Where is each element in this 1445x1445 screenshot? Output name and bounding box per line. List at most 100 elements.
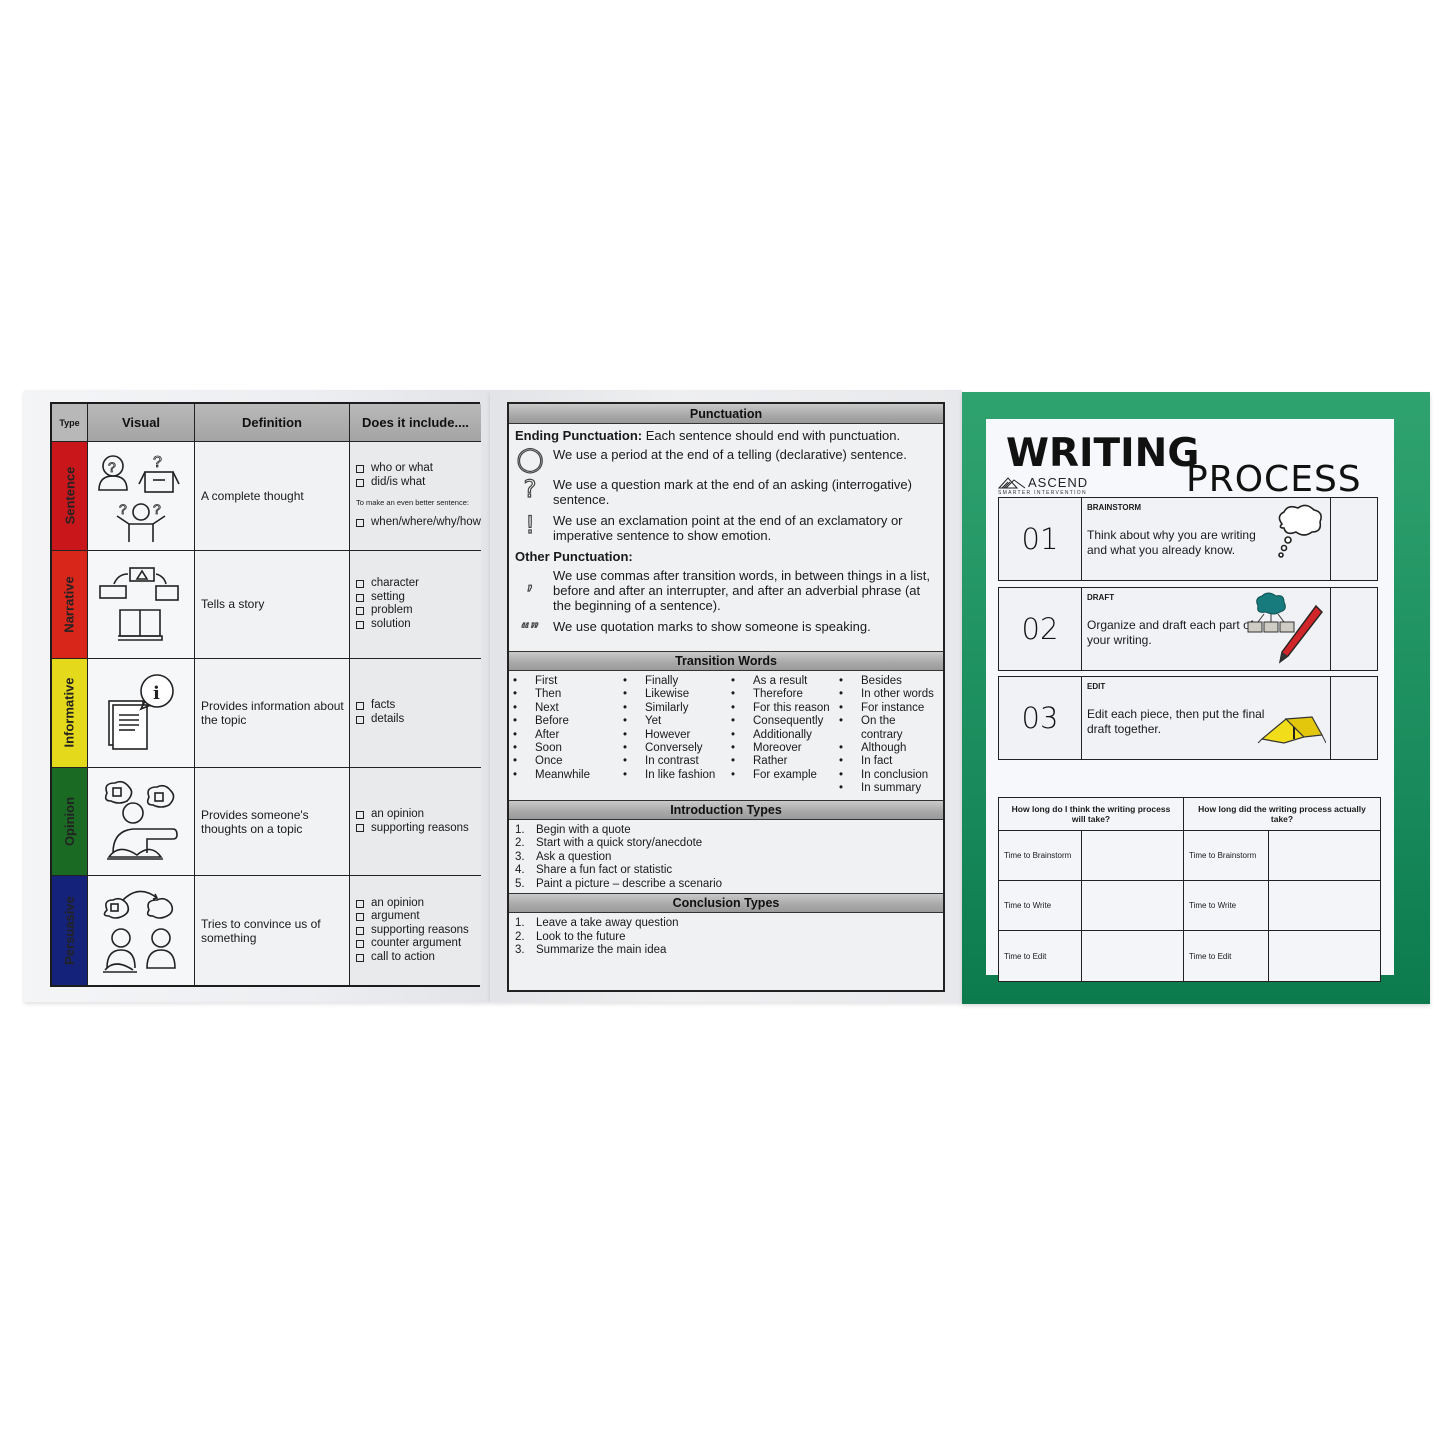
transition-word: For this reason: [731, 702, 839, 715]
question-mark-item: ? We use a question mark at the end of an…: [515, 476, 937, 507]
step-checkbox-area[interactable]: [1331, 498, 1377, 580]
step-checkbox-area[interactable]: [1331, 677, 1377, 759]
checkbox-icon: [356, 518, 364, 527]
organizer-and-pencil-icon: [1247, 592, 1323, 664]
better-sentence-note: To make an even better sentence:: [356, 498, 469, 508]
checkbox-icon: [356, 824, 364, 833]
list-item: 4. Share a fun fact or statistic: [515, 864, 937, 878]
step-title: DRAFT: [1087, 593, 1115, 602]
conclusion-types-list: 1. Leave a take away question 2. Look to th…: [509, 913, 943, 960]
introduction-types-list: 1. Begin with a quote 2. Start with a quick…: [509, 820, 943, 894]
checklist-item[interactable]: details: [356, 713, 481, 727]
transition-word: Rather: [731, 755, 839, 768]
checklist-item[interactable]: supporting reasons: [356, 822, 481, 836]
actual-edit-field[interactable]: [1269, 931, 1380, 981]
transition-column: As a resultThereforeFor this reasonConse…: [731, 675, 839, 796]
other-punctuation-label: Other Punctuation:: [515, 549, 633, 564]
introduction-types-header: Introduction Types: [509, 799, 943, 820]
checklist-item[interactable]: problem: [356, 604, 481, 618]
type-band-persuasive: Persuasive: [52, 876, 88, 985]
transition-word: Next: [513, 702, 623, 715]
step-number: 03: [999, 677, 1082, 759]
includes-column-header: Does it include....: [350, 404, 481, 442]
type-label: Sentence: [62, 466, 77, 525]
transition-word: On the contrary: [839, 715, 939, 742]
transition-word: Consequently: [731, 715, 839, 728]
list-item: 2. Look to the future: [515, 931, 937, 945]
checklist-item[interactable]: who or what: [356, 462, 481, 476]
time-estimate-table: How long do I think the writing process …: [998, 797, 1381, 982]
checklist-item[interactable]: argument: [356, 910, 481, 924]
list-number: 1.: [515, 823, 525, 836]
includes-cell: an opinion argument supporting reasons c…: [350, 876, 481, 985]
definition-cell: Provides information about the topic: [195, 659, 350, 768]
list-item: 2. Start with a quick story/anecdote: [515, 837, 937, 851]
checkbox-icon: [356, 926, 364, 935]
transition-word: In other words: [839, 688, 939, 701]
type-label: Persuasive: [62, 896, 78, 966]
checklist-item[interactable]: did/is what: [356, 476, 481, 490]
transition-word: In conclusion: [839, 769, 939, 782]
transition-column: FirstThenNextBeforeAfterSoonOnceMeanwhil…: [513, 675, 623, 796]
checklist-item[interactable]: call to action: [356, 951, 481, 965]
checklist-item[interactable]: solution: [356, 618, 481, 632]
svg-text:?: ?: [153, 501, 161, 517]
list-text: Leave a take away question: [536, 917, 679, 930]
checklist-item[interactable]: counter argument: [356, 937, 481, 951]
svg-text:?: ?: [119, 501, 127, 517]
step-draft: 02 DRAFT Organize and draft each part of…: [998, 587, 1378, 671]
actual-row-label: Time to Brainstorm: [1184, 831, 1269, 881]
checklist-item[interactable]: an opinion: [356, 808, 481, 822]
estimate-write-field[interactable]: [1082, 881, 1184, 931]
transition-column: BesidesIn other wordsFor instanceOn the …: [839, 675, 939, 796]
list-text: Paint a picture – describe a scenario: [536, 877, 723, 890]
checkbox-icon: [356, 940, 364, 949]
transition-word: In like fashion: [623, 769, 731, 782]
estimate-row-label: Time to Edit: [999, 931, 1082, 981]
transition-words-header: Transition Words: [509, 651, 943, 671]
svg-text:i: i: [153, 683, 160, 704]
type-column-header: Type: [52, 404, 88, 442]
checklist-item[interactable]: an opinion: [356, 897, 481, 911]
transition-words-list: FirstThenNextBeforeAfterSoonOnceMeanwhil…: [509, 671, 943, 800]
includes-cell: facts details: [350, 659, 481, 768]
list-number: 3.: [515, 850, 525, 863]
writing-types-table: Type Visual Definition Does it include..…: [50, 402, 481, 987]
svg-text:?: ?: [108, 459, 116, 475]
checklist-item[interactable]: setting: [356, 591, 481, 605]
type-band-sentence: Sentence: [52, 442, 88, 551]
transition-word: Additionally: [731, 729, 839, 742]
punctuation-header: Punctuation: [509, 404, 943, 424]
quotation-marks-icon: “”: [520, 619, 540, 641]
logo-tagline: SMARTER INTERVENTION: [998, 490, 1087, 496]
checkbox-icon: [356, 580, 364, 589]
estimate-header: How long do I think the writing process …: [999, 798, 1184, 831]
transition-word: For instance: [839, 702, 939, 715]
type-band-informative: Informative: [52, 659, 88, 768]
checkbox-icon: [356, 478, 364, 487]
checklist-item[interactable]: character: [356, 577, 481, 591]
estimate-brainstorm-field[interactable]: [1082, 831, 1184, 881]
checklist-item[interactable]: supporting reasons: [356, 924, 481, 938]
transition-word: Besides: [839, 675, 939, 688]
checklist-item[interactable]: facts: [356, 699, 481, 713]
checklist-item[interactable]: when/where/why/how: [356, 516, 481, 530]
actual-brainstorm-field[interactable]: [1269, 831, 1380, 881]
definition-cell: Tells a story: [195, 550, 350, 660]
transition-word: Soon: [513, 742, 623, 755]
estimate-edit-field[interactable]: [1082, 931, 1184, 981]
actual-row-label: Time to Edit: [1184, 931, 1269, 981]
thought-cloud-icon: [1278, 504, 1322, 558]
checkbox-icon: [356, 620, 364, 629]
list-item: 5. Paint a picture – describe a scenario: [515, 878, 937, 892]
punctuation-section: Ending Punctuation: Each sentence should…: [509, 424, 943, 651]
transition-word: For example: [731, 769, 839, 782]
transition-word: Meanwhile: [513, 769, 623, 782]
transition-word: Finally: [623, 675, 731, 688]
includes-cell: an opinion supporting reasons: [350, 767, 481, 877]
checkbox-icon: [356, 465, 364, 474]
type-band-narrative: Narrative: [52, 550, 88, 660]
actual-write-field[interactable]: [1269, 881, 1380, 931]
step-checkbox-area[interactable]: [1331, 588, 1377, 670]
transition-word: Before: [513, 715, 623, 728]
